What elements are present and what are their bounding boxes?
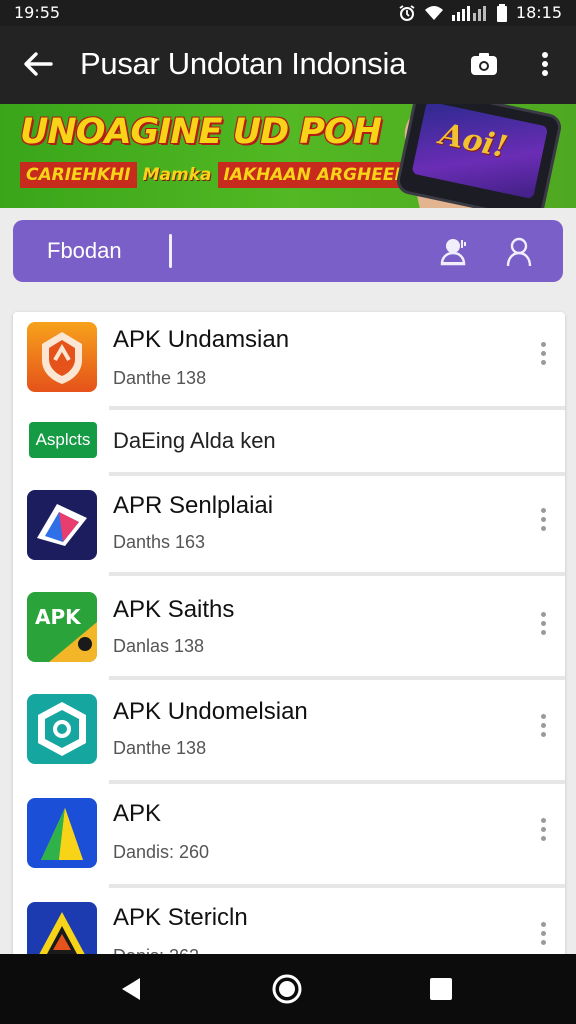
app-subtitle: Danthe 138 xyxy=(113,368,207,388)
banner-sub-1: CARIEHKHI xyxy=(20,162,137,188)
promo-badge: Asplcts xyxy=(29,422,97,458)
blue-triangle-app-icon xyxy=(27,798,97,868)
more-vert-icon[interactable] xyxy=(533,338,553,368)
nav-home-button[interactable] xyxy=(270,972,304,1006)
list-item[interactable]: APR Senlplaiai Danths 163 xyxy=(13,476,565,576)
promo-banner[interactable]: UNOAGINE UD POH CARIEHKHI Mamka IAKHAAN … xyxy=(0,104,576,208)
app-subtitle: Danlas 138 xyxy=(113,636,205,656)
back-button[interactable] xyxy=(18,48,58,84)
more-vert-icon xyxy=(541,51,549,82)
more-vert-icon[interactable] xyxy=(533,504,553,534)
banner-sub-3: IAKHAAN ARGHEEI xyxy=(217,162,407,188)
list-item[interactable]: APK Undamsian Danthe 138 xyxy=(13,312,565,410)
more-vert-icon[interactable] xyxy=(533,608,553,638)
nav-recent-button[interactable] xyxy=(428,976,454,1002)
app-name: APK Undomelsian xyxy=(113,698,308,725)
status-time: 19:55 xyxy=(14,3,61,22)
app-name: APK Undamsian xyxy=(113,326,290,353)
camera-icon xyxy=(470,52,498,81)
banner-subline: CARIEHKHI Mamka IAKHAAN ARGHEEI xyxy=(20,162,407,188)
list-item[interactable]: APK Dandis: 260 xyxy=(13,784,565,888)
more-vert-icon[interactable] xyxy=(533,814,553,844)
arrow-left-icon xyxy=(23,51,53,82)
status-time-right: 18:15 xyxy=(515,3,562,22)
banner-headline: UNOAGINE UD POH xyxy=(20,112,382,152)
signal-icon xyxy=(451,5,488,21)
nav-home-icon xyxy=(270,974,304,1010)
alarm-icon xyxy=(398,4,416,22)
list-item[interactable]: APK APK Saiths Danlas 138 xyxy=(13,576,565,680)
green-apk-app-icon: APK xyxy=(27,592,97,662)
account-button[interactable] xyxy=(501,234,537,270)
system-nav-bar xyxy=(0,954,576,1024)
banner-sub-2: Mamka xyxy=(142,165,212,185)
app-name: APK Saiths xyxy=(113,596,235,623)
voice-search-button[interactable] xyxy=(437,234,473,270)
overflow-menu-button[interactable] xyxy=(530,48,560,84)
app-bar: Pusar Undotan Indonsia xyxy=(0,26,576,104)
orange-shield-app-icon xyxy=(27,322,97,392)
text-cursor xyxy=(169,234,172,268)
app-subtitle: Danths 163 xyxy=(113,532,206,552)
more-vert-icon[interactable] xyxy=(533,918,553,948)
phone-image: Aoi! xyxy=(394,104,564,208)
teal-badge-app-icon xyxy=(27,694,97,764)
app-subtitle: Dandis: 260 xyxy=(113,842,210,862)
status-bar: 19:55 18:15 xyxy=(0,0,576,26)
app-list: APK Undamsian Danthe 138 Asplcts DaEing … xyxy=(13,312,565,972)
app-name: APR Senlplaiai xyxy=(113,492,274,519)
status-icons: 18:15 xyxy=(398,3,562,22)
green-apk-icon-text: APK xyxy=(35,605,82,629)
promo-text: DaEing Alda ken xyxy=(113,428,276,453)
search-input[interactable] xyxy=(47,238,227,264)
person-icon xyxy=(501,237,537,274)
wifi-icon xyxy=(424,5,444,21)
nav-back-icon xyxy=(116,978,146,1008)
app-name: APK Stericln xyxy=(113,904,248,931)
voice-search-icon xyxy=(437,239,473,274)
battery-icon xyxy=(496,3,508,22)
list-item[interactable]: APK Undomelsian Danthe 138 xyxy=(13,680,565,784)
search-bar xyxy=(13,220,563,282)
app-subtitle: Danthe 138 xyxy=(113,738,207,758)
nav-back-button[interactable] xyxy=(116,974,146,1004)
more-vert-icon[interactable] xyxy=(533,710,553,740)
camera-button[interactable] xyxy=(466,48,502,84)
navy-kite-app-icon xyxy=(27,490,97,560)
app-name: APK xyxy=(113,800,162,827)
promo-list-item[interactable]: Asplcts DaEing Alda ken xyxy=(13,408,565,476)
nav-recent-icon xyxy=(428,978,454,1006)
page-title: Pusar Undotan Indonsia xyxy=(80,46,407,81)
